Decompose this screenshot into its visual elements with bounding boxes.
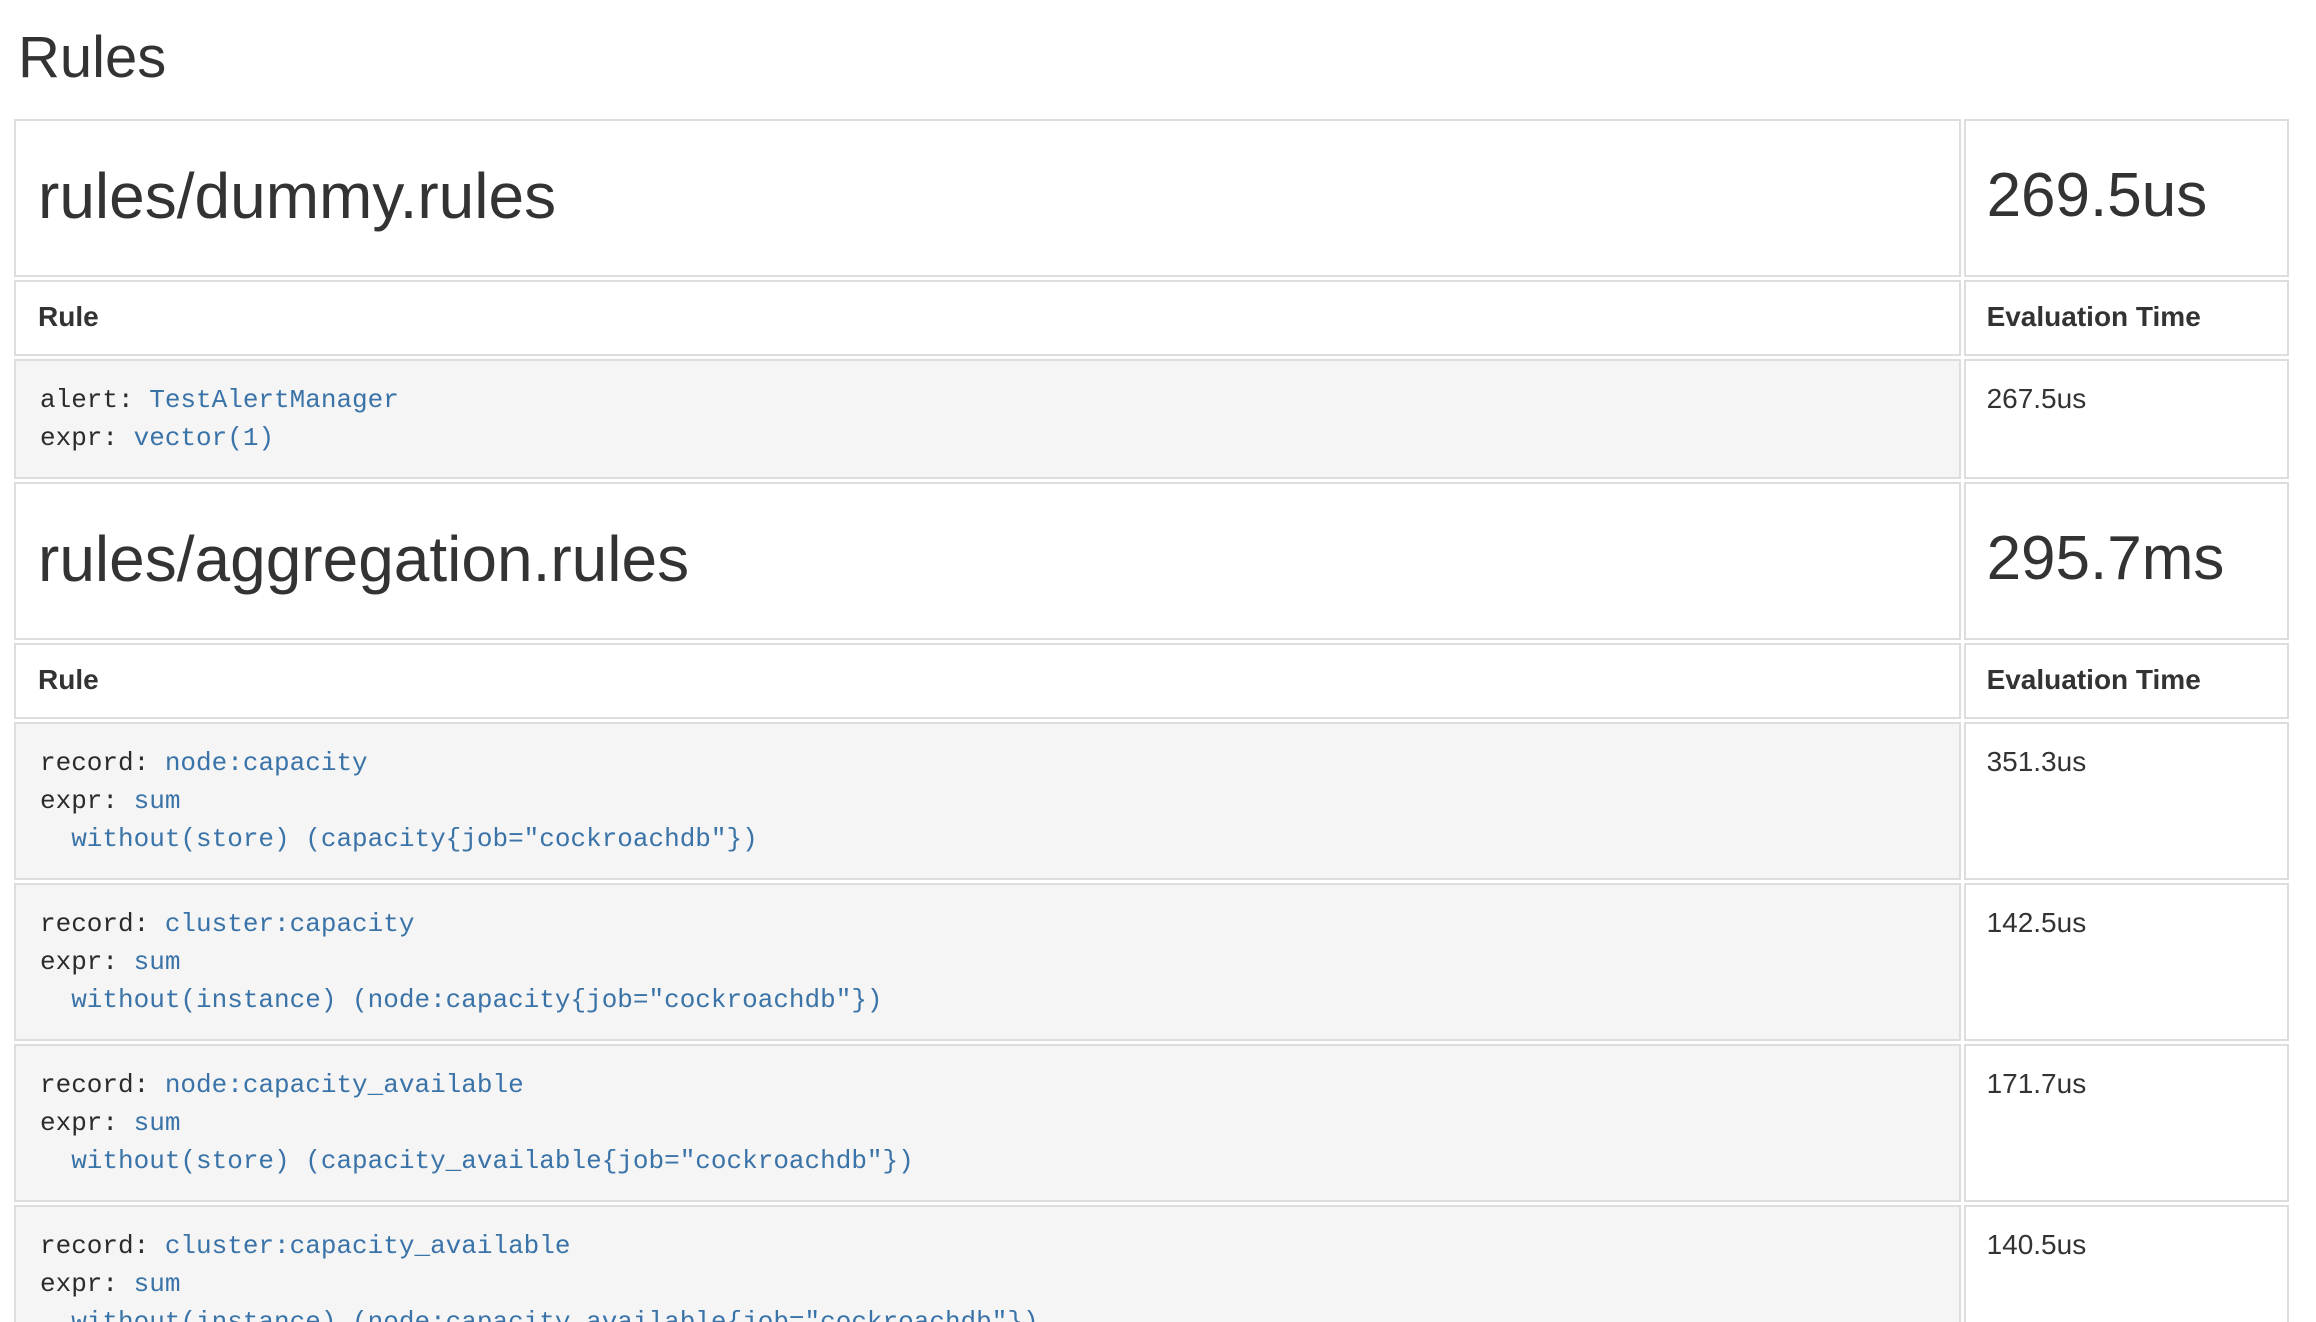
rule-definition-cell: record: cluster:capacity_available expr:…: [14, 1205, 1961, 1322]
rule-field-key: expr:: [40, 1108, 134, 1138]
rule-field-key: record:: [40, 1231, 165, 1261]
rule-field-key: alert:: [40, 385, 149, 415]
rule-field-key: expr:: [40, 786, 134, 816]
rule-evaluation-time: 142.5us: [1964, 883, 2289, 1041]
rule-row: record: cluster:capacity_available expr:…: [14, 1205, 2289, 1322]
rule-expression-link[interactable]: without(instance) (node:capacity_availab…: [40, 1307, 1039, 1322]
rule-code: record: cluster:capacity expr: sum witho…: [40, 905, 1935, 1019]
rule-definition-cell: record: node:capacity_available expr: su…: [14, 1044, 1961, 1202]
rule-evaluation-time: 171.7us: [1964, 1044, 2289, 1202]
rule-expression-link[interactable]: sum: [134, 786, 181, 816]
rule-code: record: node:capacity expr: sum without(…: [40, 744, 1935, 858]
group-header-row: rules/dummy.rules 269.5us: [14, 119, 2289, 277]
rule-field-key: expr:: [40, 947, 134, 977]
rule-expression-link[interactable]: vector(1): [134, 423, 274, 453]
rule-column-header: Rule: [14, 643, 1961, 719]
rule-row: alert: TestAlertManager expr: vector(1) …: [14, 359, 2289, 479]
rule-evaluation-time: 351.3us: [1964, 722, 2289, 880]
rule-evaluation-time: 267.5us: [1964, 359, 2289, 479]
evaluation-time-column-header: Evaluation Time: [1964, 643, 2289, 719]
rule-evaluation-time: 140.5us: [1964, 1205, 2289, 1322]
rules-table: rules/dummy.rules 269.5us Rule Evaluatio…: [11, 116, 2292, 1322]
rule-group-title: rules/dummy.rules: [14, 119, 1961, 277]
group-header-row: rules/aggregation.rules 295.7ms: [14, 482, 2289, 640]
rule-group-title: rules/aggregation.rules: [14, 482, 1961, 640]
rule-field-key: expr:: [40, 1269, 134, 1299]
rule-expression-link[interactable]: node:capacity_available: [165, 1070, 524, 1100]
rule-code: record: cluster:capacity_available expr:…: [40, 1227, 1935, 1322]
rule-definition-cell: record: cluster:capacity expr: sum witho…: [14, 883, 1961, 1041]
rule-field-key: expr:: [40, 423, 134, 453]
rule-column-header: Rule: [14, 280, 1961, 356]
rule-code: record: node:capacity_available expr: su…: [40, 1066, 1935, 1180]
rule-expression-link[interactable]: without(instance) (node:capacity{job="co…: [40, 985, 883, 1015]
rule-expression-link[interactable]: cluster:capacity: [165, 909, 415, 939]
rule-field-key: record:: [40, 909, 165, 939]
rules-page: Rules rules/dummy.rules 269.5us Rule Eva…: [14, 26, 2304, 1322]
rule-expression-link[interactable]: sum: [134, 947, 181, 977]
columns-header-row: Rule Evaluation Time: [14, 280, 2289, 356]
rule-expression-link[interactable]: node:capacity: [165, 748, 368, 778]
rule-expression-link[interactable]: TestAlertManager: [149, 385, 399, 415]
page-title: Rules: [18, 26, 2304, 90]
rule-definition-cell: alert: TestAlertManager expr: vector(1): [14, 359, 1961, 479]
rule-expression-link[interactable]: sum: [134, 1108, 181, 1138]
rule-definition-cell: record: node:capacity expr: sum without(…: [14, 722, 1961, 880]
rule-expression-link[interactable]: without(store) (capacity_available{job="…: [40, 1146, 914, 1176]
group-evaluation-time: 295.7ms: [1964, 482, 2289, 640]
rule-expression-link[interactable]: cluster:capacity_available: [165, 1231, 571, 1261]
rule-row: record: cluster:capacity expr: sum witho…: [14, 883, 2289, 1041]
rule-field-key: record:: [40, 1070, 165, 1100]
rule-field-key: record:: [40, 748, 165, 778]
rule-row: record: node:capacity_available expr: su…: [14, 1044, 2289, 1202]
rule-code: alert: TestAlertManager expr: vector(1): [40, 381, 1935, 457]
rule-row: record: node:capacity expr: sum without(…: [14, 722, 2289, 880]
rule-expression-link[interactable]: sum: [134, 1269, 181, 1299]
rule-expression-link[interactable]: without(store) (capacity{job="cockroachd…: [40, 824, 758, 854]
evaluation-time-column-header: Evaluation Time: [1964, 280, 2289, 356]
group-evaluation-time: 269.5us: [1964, 119, 2289, 277]
columns-header-row: Rule Evaluation Time: [14, 643, 2289, 719]
